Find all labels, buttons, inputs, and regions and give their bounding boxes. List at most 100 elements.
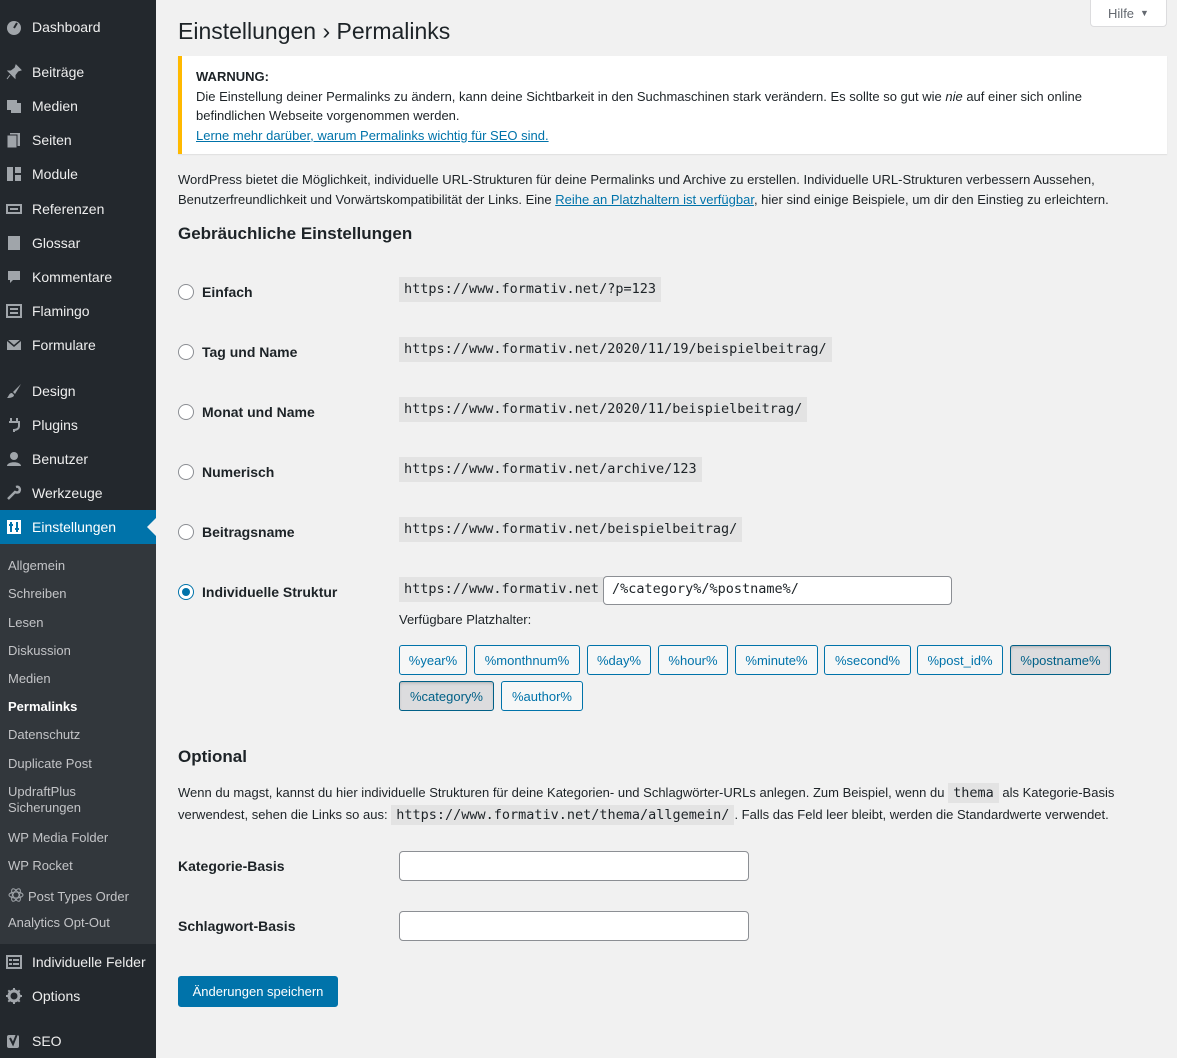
submenu-medien[interactable]: Medien: [8, 671, 51, 687]
menu-label: Benutzer: [32, 451, 89, 467]
menu-label: Werkzeuge: [32, 485, 103, 501]
help-label: Hilfe: [1108, 5, 1135, 21]
tag-second-button[interactable]: %second%: [824, 645, 911, 675]
optional-heading: Optional: [178, 747, 247, 766]
menu-flamingo[interactable]: Flamingo: [0, 294, 156, 328]
menu-kommentare[interactable]: Kommentare: [0, 260, 156, 294]
radio-beitragsname[interactable]: [178, 524, 194, 540]
menu-label: Module: [32, 166, 78, 182]
tag-year-button[interactable]: %year%: [399, 645, 467, 675]
tag-author-button[interactable]: %author%: [501, 681, 583, 711]
menu-label: Options: [32, 988, 81, 1004]
option-url: https://www.formativ.net/2020/11/beispie…: [399, 397, 808, 422]
tag-base-label: Schlagwort-Basis: [178, 918, 296, 934]
submenu-lesen[interactable]: Lesen: [8, 615, 43, 631]
radio-numerisch[interactable]: [178, 464, 194, 480]
radio-individuelle-struktur[interactable]: [178, 584, 194, 600]
flamingo-icon: [6, 303, 22, 319]
menu-formulare[interactable]: Formulare: [0, 328, 156, 362]
option-monat-und-name[interactable]: Monat und Name https://www.formativ.net/…: [178, 397, 1168, 427]
radio-tag-und-name[interactable]: [178, 344, 194, 360]
tag-base-input[interactable]: [399, 911, 749, 941]
tag-day-button[interactable]: %day%: [587, 645, 651, 675]
radio-einfach[interactable]: [178, 284, 194, 300]
submenu-datenschutz[interactable]: Datenschutz: [8, 727, 80, 743]
option-numerisch[interactable]: Numerisch https://www.formativ.net/archi…: [178, 457, 1168, 487]
category-base-label: Kategorie-Basis: [178, 858, 285, 874]
menu-referenzen[interactable]: Referenzen: [0, 192, 156, 226]
tag-postname-button[interactable]: %postname%: [1010, 645, 1111, 675]
menu-seiten[interactable]: Seiten: [0, 123, 156, 157]
settings-submenu: Allgemein Schreiben Lesen Diskussion Med…: [0, 544, 156, 944]
plugin-icon: [6, 417, 22, 433]
tag-category-button[interactable]: %category%: [399, 681, 494, 711]
option-url: https://www.formativ.net/?p=123: [399, 277, 661, 302]
intro-part: , hier sind einige Beispiele, um dir den…: [753, 191, 1109, 207]
menu-glossar[interactable]: Glossar: [0, 226, 156, 260]
desc-part: Wenn du magst, kannst du hier individuel…: [178, 785, 949, 800]
menu-module[interactable]: Module: [0, 157, 156, 191]
submenu-allgemein[interactable]: Allgemein: [8, 558, 65, 574]
comment-icon: [6, 269, 22, 285]
user-icon: [6, 451, 22, 467]
option-label: Monat und Name: [202, 404, 315, 420]
menu-label: Formulare: [32, 337, 96, 353]
wrench-icon: [6, 485, 22, 501]
common-settings-heading: Gebräuchliche Einstellungen: [178, 224, 413, 243]
option-label: Tag und Name: [202, 344, 298, 360]
tag-monthnum-button[interactable]: %monthnum%: [474, 645, 580, 675]
menu-seo[interactable]: SEO: [0, 1024, 156, 1058]
menu-werkzeuge[interactable]: Werkzeuge: [0, 476, 156, 510]
menu-label: Seiten: [32, 132, 72, 148]
option-label: Numerisch: [202, 464, 275, 480]
menu-label: Flamingo: [32, 303, 90, 319]
menu-individuelle-felder[interactable]: Individuelle Felder: [0, 945, 156, 979]
book-icon: [6, 235, 22, 251]
menu-label: Medien: [32, 98, 78, 114]
pages-icon: [6, 132, 22, 148]
warning-emphasis: nie: [945, 88, 963, 104]
custom-structure-input[interactable]: /%category%/%postname%/: [603, 576, 952, 605]
available-placeholders-label: Verfügbare Platzhalter:: [399, 612, 532, 627]
category-base-input[interactable]: [399, 851, 749, 881]
tag-hour-button[interactable]: %hour%: [658, 645, 728, 675]
menu-options[interactable]: Options: [0, 979, 156, 1013]
references-icon: [6, 201, 22, 217]
example-url-code: https://www.formativ.net/thema/allgemein…: [391, 805, 735, 825]
placeholders-link[interactable]: Reihe an Platzhaltern ist verfügbar: [555, 192, 754, 207]
option-tag-und-name[interactable]: Tag und Name https://www.formativ.net/20…: [178, 337, 1168, 367]
radio-monat-und-name[interactable]: [178, 404, 194, 420]
menu-label: Design: [32, 383, 76, 399]
tag-post-id-button[interactable]: %post_id%: [917, 645, 1003, 675]
submenu-permalinks[interactable]: Permalinks: [8, 699, 77, 715]
example-base-code: thema: [948, 783, 999, 803]
page-title: Einstellungen › Permalinks: [178, 18, 451, 44]
submenu-wp-rocket[interactable]: WP Rocket: [8, 858, 73, 874]
admin-sidebar: Dashboard Beiträge Medien Seiten Module …: [0, 0, 156, 1058]
menu-beitraege[interactable]: Beiträge: [0, 55, 156, 89]
option-beitragsname[interactable]: Beitragsname https://www.formativ.net/be…: [178, 517, 1168, 547]
submenu-analytics-opt-out[interactable]: Analytics Opt-Out: [8, 915, 110, 931]
submenu-post-types-order[interactable]: Post Types Order: [8, 887, 129, 907]
optional-description: Wenn du magst, kannst du hier individuel…: [178, 782, 1168, 826]
submenu-diskussion[interactable]: Diskussion: [8, 643, 71, 659]
menu-design[interactable]: Design: [0, 374, 156, 408]
submenu-schreiben[interactable]: Schreiben: [8, 586, 67, 602]
menu-einstellungen[interactable]: Einstellungen: [0, 510, 156, 544]
brush-icon: [6, 383, 22, 399]
save-changes-button[interactable]: Änderungen speichern: [178, 976, 338, 1007]
menu-plugins[interactable]: Plugins: [0, 408, 156, 442]
seo-warning-notice: WARNUNG: Die Einstellung deiner Permalin…: [178, 56, 1167, 154]
menu-benutzer[interactable]: Benutzer: [0, 442, 156, 476]
help-button[interactable]: Hilfe ▼: [1090, 0, 1167, 27]
submenu-wp-media-folder[interactable]: WP Media Folder: [8, 830, 108, 846]
menu-medien[interactable]: Medien: [0, 89, 156, 123]
yoast-icon: [6, 1033, 22, 1049]
seo-learn-more-link[interactable]: Lerne mehr darüber, warum Permalinks wic…: [196, 128, 549, 143]
tag-minute-button[interactable]: %minute%: [735, 645, 818, 675]
submenu-duplicate-post[interactable]: Duplicate Post: [8, 756, 92, 772]
caret-down-icon: ▼: [1140, 8, 1149, 18]
option-einfach[interactable]: Einfach https://www.formativ.net/?p=123: [178, 277, 1168, 307]
menu-dashboard[interactable]: Dashboard: [0, 10, 156, 44]
submenu-updraftplus[interactable]: UpdraftPlus Sicherungen: [8, 784, 98, 816]
